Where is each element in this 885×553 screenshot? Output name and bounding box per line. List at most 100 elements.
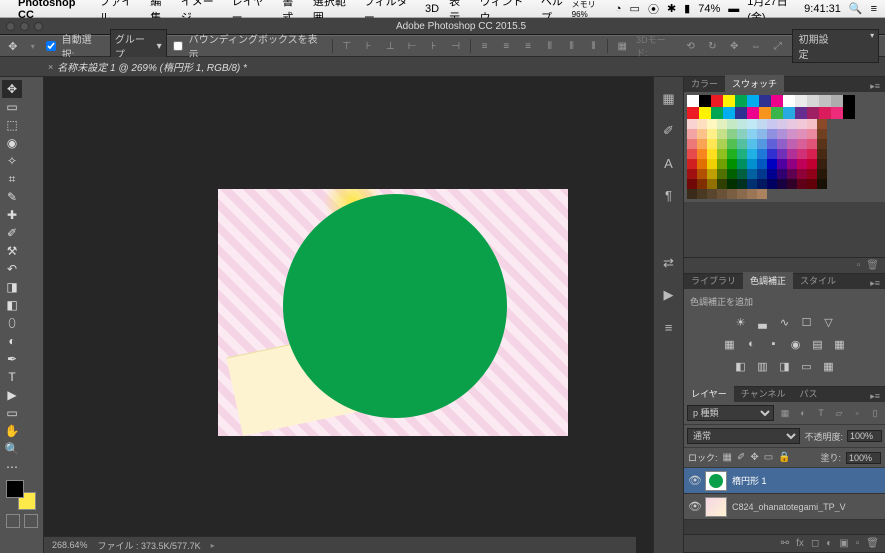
panel-menu-icon[interactable]: ▸≡ xyxy=(865,81,885,92)
show-transform-checkbox[interactable] xyxy=(173,41,183,51)
swatch[interactable] xyxy=(817,129,827,139)
delete-layer-icon[interactable]: 🗑 xyxy=(866,538,879,549)
swatch[interactable] xyxy=(817,119,827,129)
eyedropper-tool[interactable]: ✎ xyxy=(2,188,22,206)
swatch[interactable] xyxy=(737,189,747,199)
swatch[interactable] xyxy=(699,107,711,119)
swatch[interactable] xyxy=(747,119,757,129)
swatch[interactable] xyxy=(767,129,777,139)
swatch[interactable] xyxy=(687,159,697,169)
fill-input[interactable] xyxy=(846,452,881,464)
swatch[interactable] xyxy=(757,139,767,149)
filter-adjustment-icon[interactable]: ◐ xyxy=(796,407,810,419)
swatch[interactable] xyxy=(817,139,827,149)
swatch[interactable] xyxy=(797,149,807,159)
swatch[interactable] xyxy=(717,149,727,159)
swatch[interactable] xyxy=(787,129,797,139)
swatch[interactable] xyxy=(707,119,717,129)
swatch[interactable] xyxy=(717,189,727,199)
new-layer-icon[interactable]: ▫ xyxy=(856,538,860,549)
swatch[interactable] xyxy=(767,159,777,169)
scale-3d-icon[interactable]: ⤢ xyxy=(770,38,786,54)
align-vcenter-icon[interactable]: ⊦ xyxy=(361,38,377,54)
swatch[interactable] xyxy=(737,119,747,129)
swatch[interactable] xyxy=(687,179,697,189)
color-lookup-icon[interactable]: ▦ xyxy=(832,336,848,352)
swatch[interactable] xyxy=(819,95,831,107)
swatch[interactable] xyxy=(843,95,855,107)
orbit-3d-icon[interactable]: ⟲ xyxy=(683,38,699,54)
lock-position-icon[interactable]: ✥ xyxy=(750,452,758,463)
swatch[interactable] xyxy=(727,159,737,169)
align-top-icon[interactable]: ⊤ xyxy=(339,38,355,54)
swatch[interactable] xyxy=(757,119,767,129)
levels-icon[interactable]: ▃ xyxy=(755,314,771,330)
actions-panel-icon[interactable]: ▶ xyxy=(661,287,677,303)
navigator-panel-icon[interactable]: ⇄ xyxy=(661,255,677,271)
auto-align-icon[interactable]: ▦ xyxy=(614,38,630,54)
swatch[interactable] xyxy=(797,129,807,139)
swatch[interactable] xyxy=(777,159,787,169)
swatch[interactable] xyxy=(687,169,697,179)
swatch[interactable] xyxy=(817,159,827,169)
menu-3d[interactable]: 3D xyxy=(425,3,439,15)
tab-layers[interactable]: レイヤー xyxy=(684,385,734,402)
swatch[interactable] xyxy=(697,129,707,139)
tab-library[interactable]: ライブラリ xyxy=(684,272,743,289)
swatch[interactable] xyxy=(807,119,817,129)
swatch[interactable] xyxy=(727,169,737,179)
layer-fx-icon[interactable]: fx xyxy=(796,538,804,549)
swatch[interactable] xyxy=(777,119,787,129)
layer-row[interactable]: 👁 C824_ohanatotegami_TP_V xyxy=(684,494,885,520)
tab-adjustments[interactable]: 色調補正 xyxy=(743,272,793,289)
swatch[interactable] xyxy=(767,179,777,189)
swatch[interactable] xyxy=(747,107,759,119)
swatch[interactable] xyxy=(807,169,817,179)
new-group-icon[interactable]: ▣ xyxy=(839,538,848,549)
swatch[interactable] xyxy=(707,139,717,149)
opacity-input[interactable] xyxy=(847,430,882,442)
swatch[interactable] xyxy=(707,189,717,199)
swatch[interactable] xyxy=(727,149,737,159)
swatch[interactable] xyxy=(707,169,717,179)
swatch[interactable] xyxy=(723,95,735,107)
swatch[interactable] xyxy=(697,169,707,179)
swatch[interactable] xyxy=(759,95,771,107)
swatch[interactable] xyxy=(707,129,717,139)
swatch[interactable] xyxy=(797,119,807,129)
dodge-tool[interactable]: ◐ xyxy=(2,332,22,350)
close-window-button[interactable] xyxy=(6,22,15,31)
tab-swatches[interactable]: スウォッチ xyxy=(725,75,784,92)
curves-icon[interactable]: ∿ xyxy=(777,314,793,330)
distribute-right-icon[interactable]: ⦀ xyxy=(586,38,602,54)
swatch[interactable] xyxy=(735,107,747,119)
panel-menu-icon[interactable]: ▸≡ xyxy=(865,278,885,289)
swatch[interactable] xyxy=(723,107,735,119)
swatch[interactable] xyxy=(797,179,807,189)
filter-type-icon[interactable]: T xyxy=(814,407,828,419)
swatch[interactable] xyxy=(697,149,707,159)
swatch[interactable] xyxy=(697,189,707,199)
file-size-info[interactable]: ファイル : 373.5K/577.7K xyxy=(98,539,201,552)
distribute-left-icon[interactable]: ⦀ xyxy=(542,38,558,54)
swatch[interactable] xyxy=(787,119,797,129)
brush-tool[interactable]: ✐ xyxy=(2,224,22,242)
swatch[interactable] xyxy=(747,95,759,107)
color-balance-icon[interactable]: ◐ xyxy=(744,336,760,352)
swatch[interactable] xyxy=(777,149,787,159)
bw-icon[interactable]: ▪ xyxy=(766,336,782,352)
swatch[interactable] xyxy=(727,119,737,129)
swatch[interactable] xyxy=(787,159,797,169)
artboard-tool[interactable]: ▭ xyxy=(2,98,22,116)
layer-mask-icon[interactable]: ◻ xyxy=(811,538,819,549)
swatch[interactable] xyxy=(757,189,767,199)
ellipse-shape[interactable] xyxy=(283,194,507,418)
swatch[interactable] xyxy=(817,179,827,189)
swatch[interactable] xyxy=(777,169,787,179)
distribute-bottom-icon[interactable]: ≡ xyxy=(520,38,536,54)
pen-tool[interactable]: ✒ xyxy=(2,350,22,368)
slide-3d-icon[interactable]: ⇔ xyxy=(748,38,764,54)
close-tab-icon[interactable]: × xyxy=(48,62,53,72)
character-panel-icon[interactable]: A xyxy=(661,155,677,171)
swatch[interactable] xyxy=(831,107,843,119)
